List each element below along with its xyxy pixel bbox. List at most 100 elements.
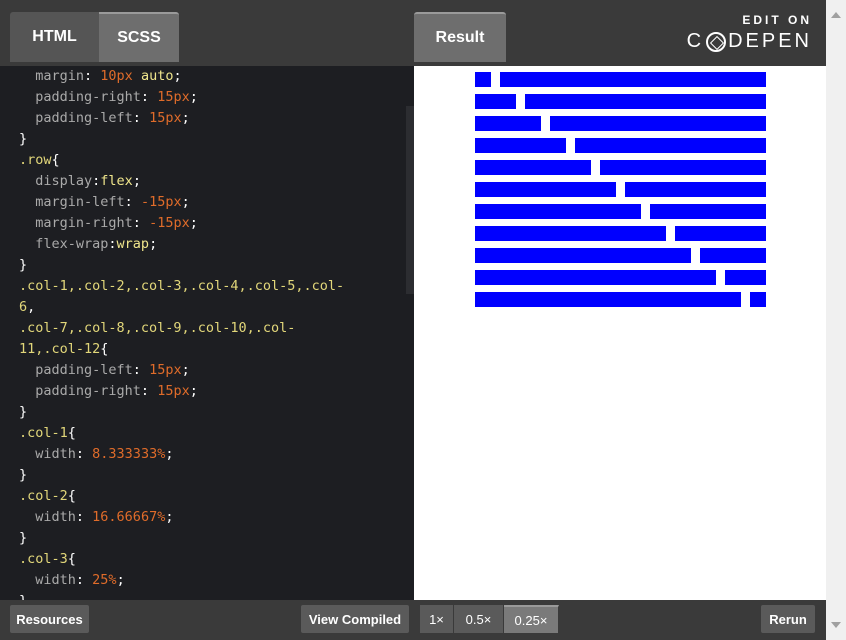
code-token: width bbox=[19, 572, 76, 588]
code-line: width: 8.333333%; bbox=[0, 444, 414, 465]
result-col-1 bbox=[475, 72, 491, 87]
zoom-025x-button[interactable]: 0.25× bbox=[504, 605, 559, 633]
code-line: display:flex; bbox=[0, 171, 414, 192]
code-token: ; bbox=[181, 362, 190, 378]
code-token: -15px bbox=[149, 215, 190, 231]
code-line: .col-7,.col-8,.col-9,.col-10,.col- bbox=[0, 318, 414, 339]
code-token: padding-left bbox=[19, 110, 133, 126]
code-token: margin bbox=[19, 68, 85, 84]
code-token: auto bbox=[140, 68, 174, 84]
code-line: margin-left: -15px; bbox=[0, 192, 414, 213]
code-token: .col-7,.col-8,.col-9,.col-10,.col- bbox=[19, 320, 296, 336]
codepen-o-icon bbox=[706, 31, 727, 52]
code-token: ; bbox=[116, 572, 125, 588]
code-token: width bbox=[19, 509, 76, 525]
code-token: : bbox=[75, 446, 93, 462]
codepen-logo[interactable]: C DEPEN bbox=[687, 30, 812, 53]
code-line: 11,.col-12{ bbox=[0, 339, 414, 360]
code-token: , bbox=[27, 299, 36, 315]
bottom-bar: Resources View Compiled 1× 0.5× 0.25× Re… bbox=[0, 600, 826, 640]
result-col-9 bbox=[550, 116, 766, 131]
code-token: ; bbox=[165, 509, 174, 525]
result-col-6 bbox=[475, 182, 616, 197]
code-token: ; bbox=[181, 110, 190, 126]
zoom-group: 1× 0.5× 0.25× bbox=[420, 605, 559, 633]
code-line: padding-right: 15px; bbox=[0, 87, 414, 108]
result-col-8 bbox=[475, 226, 666, 241]
scroll-down-icon[interactable] bbox=[831, 622, 841, 628]
code-token: .col-1,.col-2,.col-3,.col-4,.col-5,.col- bbox=[19, 278, 345, 294]
code-scrollbar[interactable] bbox=[406, 106, 414, 294]
code-token: wrap bbox=[116, 236, 150, 252]
result-row bbox=[475, 138, 766, 153]
code-line: .col-1{ bbox=[0, 423, 414, 444]
result-col-11 bbox=[475, 292, 741, 307]
code-token: 16.66667% bbox=[92, 509, 166, 525]
code-token: { bbox=[67, 488, 76, 504]
code-token: { bbox=[67, 425, 76, 441]
code-line: } bbox=[0, 465, 414, 486]
code-line: margin-right: -15px; bbox=[0, 213, 414, 234]
view-compiled-button[interactable]: View Compiled bbox=[301, 605, 409, 633]
resources-button[interactable]: Resources bbox=[10, 605, 89, 633]
result-row bbox=[475, 72, 766, 87]
scroll-up-icon[interactable] bbox=[831, 12, 841, 18]
code-token: 6 bbox=[19, 299, 28, 315]
code-token: padding-right bbox=[19, 383, 141, 399]
result-row bbox=[475, 182, 766, 197]
result-row bbox=[475, 270, 766, 285]
result-col-3 bbox=[475, 116, 541, 131]
code-token: 15px bbox=[157, 383, 190, 399]
code-token: ; bbox=[132, 173, 141, 189]
result-col-2 bbox=[725, 270, 766, 285]
code-token: { bbox=[51, 152, 60, 168]
codepen-logo-text-pre: C bbox=[686, 30, 705, 52]
result-row bbox=[475, 248, 766, 263]
code-token: .col-2 bbox=[19, 488, 68, 504]
code-line: width: 25%; bbox=[0, 570, 414, 591]
code-token: ; bbox=[189, 89, 198, 105]
edit-on-label[interactable]: EDIT ON bbox=[742, 13, 812, 27]
rerun-button[interactable]: Rerun bbox=[761, 605, 815, 633]
result-col-9 bbox=[475, 248, 691, 263]
code-token: ; bbox=[189, 215, 198, 231]
tab-result[interactable]: Result bbox=[414, 12, 506, 62]
code-editor[interactable]: margin: 10px auto; padding-right: 15px; … bbox=[0, 66, 414, 600]
codepen-logo-text-post: DEPEN bbox=[728, 30, 812, 52]
result-col-4 bbox=[475, 138, 566, 153]
zoom-05x-button[interactable]: 0.5× bbox=[454, 605, 504, 633]
zoom-1x-button[interactable]: 1× bbox=[420, 605, 454, 633]
result-row bbox=[475, 160, 766, 175]
code-token: ; bbox=[165, 446, 174, 462]
code-token: : bbox=[132, 362, 150, 378]
page-scrollbar[interactable] bbox=[826, 0, 846, 640]
code-token: 25% bbox=[92, 572, 117, 588]
code-token: 8.333333% bbox=[92, 446, 166, 462]
result-bars bbox=[475, 72, 766, 314]
code-token: : bbox=[140, 89, 158, 105]
code-token: : bbox=[124, 194, 141, 210]
result-row bbox=[475, 94, 766, 109]
result-preview bbox=[414, 66, 826, 600]
code-line: } bbox=[0, 591, 414, 600]
code-token: ; bbox=[173, 68, 182, 84]
code-line: .col-3{ bbox=[0, 549, 414, 570]
result-col-10 bbox=[475, 270, 716, 285]
top-bar: HTML SCSS Result EDIT ON C DEPEN bbox=[0, 0, 846, 66]
code-token: .row bbox=[19, 152, 52, 168]
result-col-6 bbox=[625, 182, 766, 197]
code-token: width bbox=[19, 446, 76, 462]
code-token: 11,.col-12 bbox=[19, 341, 101, 357]
code-line: padding-right: 15px; bbox=[0, 381, 414, 402]
code-token: } bbox=[19, 467, 28, 483]
code-line: margin: 10px auto; bbox=[0, 66, 414, 87]
tab-scss[interactable]: SCSS bbox=[99, 12, 179, 62]
tab-html[interactable]: HTML bbox=[10, 12, 99, 62]
result-row bbox=[475, 204, 766, 219]
code-token: margin-right bbox=[19, 215, 133, 231]
code-token: 15px bbox=[149, 362, 182, 378]
code-token: -15px bbox=[140, 194, 182, 210]
code-token: ; bbox=[149, 236, 158, 252]
code-token: ; bbox=[189, 383, 198, 399]
